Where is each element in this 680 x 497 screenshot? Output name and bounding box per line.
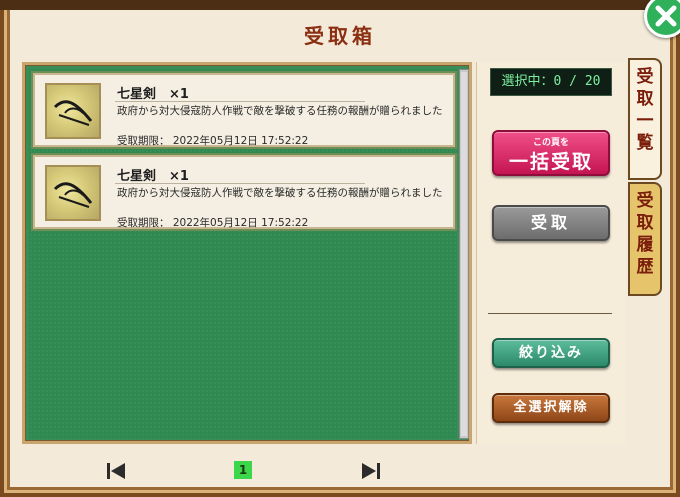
name-underline <box>115 183 365 184</box>
first-page-button[interactable] <box>105 460 127 482</box>
selection-counter: 選択中：0 / 20 <box>490 68 612 96</box>
panel-divider <box>488 313 612 314</box>
item-description: 政府から対大侵寇防人作戦で敵を撃破する任務の報酬が贈られました <box>117 187 443 199</box>
sword-icon <box>45 83 101 139</box>
item-name: 七星剣 ×1 <box>117 87 189 102</box>
list-item[interactable]: 七星剣 ×1 政府から対大侵寇防人作戦で敵を撃破する任務の報酬が贈られました 受… <box>33 73 455 147</box>
bulk-receive-label: 一括受取 <box>508 151 593 173</box>
first-page-icon <box>107 463 125 479</box>
tab-char: 受 <box>636 191 654 211</box>
item-list-frame: 七星剣 ×1 政府から対大侵寇防人作戦で敵を撃破する任務の報酬が贈られました 受… <box>22 62 472 444</box>
close-icon <box>655 5 677 27</box>
item-name: 七星剣 ×1 <box>117 169 189 184</box>
tab-char: 歴 <box>636 257 654 277</box>
name-underline <box>115 101 365 102</box>
item-list: 七星剣 ×1 政府から対大侵寇防人作戦で敵を撃破する任務の報酬が贈られました 受… <box>29 69 457 439</box>
receive-button[interactable]: 受取 <box>492 205 610 241</box>
last-page-button[interactable] <box>360 460 382 482</box>
filter-button[interactable]: 絞り込み <box>492 338 610 368</box>
item-deadline: 受取期限： 2022年05月12日 17:52:22 <box>117 135 309 147</box>
tab-char: 受 <box>636 67 654 87</box>
top-strip <box>0 0 680 10</box>
window-title: 受取箱 <box>304 24 376 48</box>
last-page-icon <box>362 463 380 479</box>
bulk-receive-page-button[interactable]: この頁を 一括受取 <box>492 130 610 176</box>
tab-receive-history[interactable]: 受 取 履 歴 <box>628 182 662 296</box>
tab-char: 履 <box>636 235 654 255</box>
current-page-indicator[interactable]: 1 <box>234 461 252 479</box>
action-panel <box>476 62 626 444</box>
tab-char: 取 <box>636 213 654 233</box>
list-scrollbar[interactable] <box>459 69 469 439</box>
list-item[interactable]: 七星剣 ×1 政府から対大侵寇防人作戦で敵を撃破する任務の報酬が贈られました 受… <box>33 155 455 229</box>
item-deadline: 受取期限： 2022年05月12日 17:52:22 <box>117 217 309 229</box>
tab-received-list[interactable]: 受 取 一 覧 <box>628 58 662 180</box>
deselect-all-button[interactable]: 全選択解除 <box>492 393 610 423</box>
scrollbar-thumb[interactable] <box>461 72 467 436</box>
tab-char: 覧 <box>636 133 654 153</box>
tab-char: 取 <box>636 89 654 109</box>
sword-icon <box>45 165 101 221</box>
tab-char: 一 <box>636 111 654 131</box>
item-description: 政府から対大侵寇防人作戦で敵を撃破する任務の報酬が贈られました <box>117 105 443 117</box>
